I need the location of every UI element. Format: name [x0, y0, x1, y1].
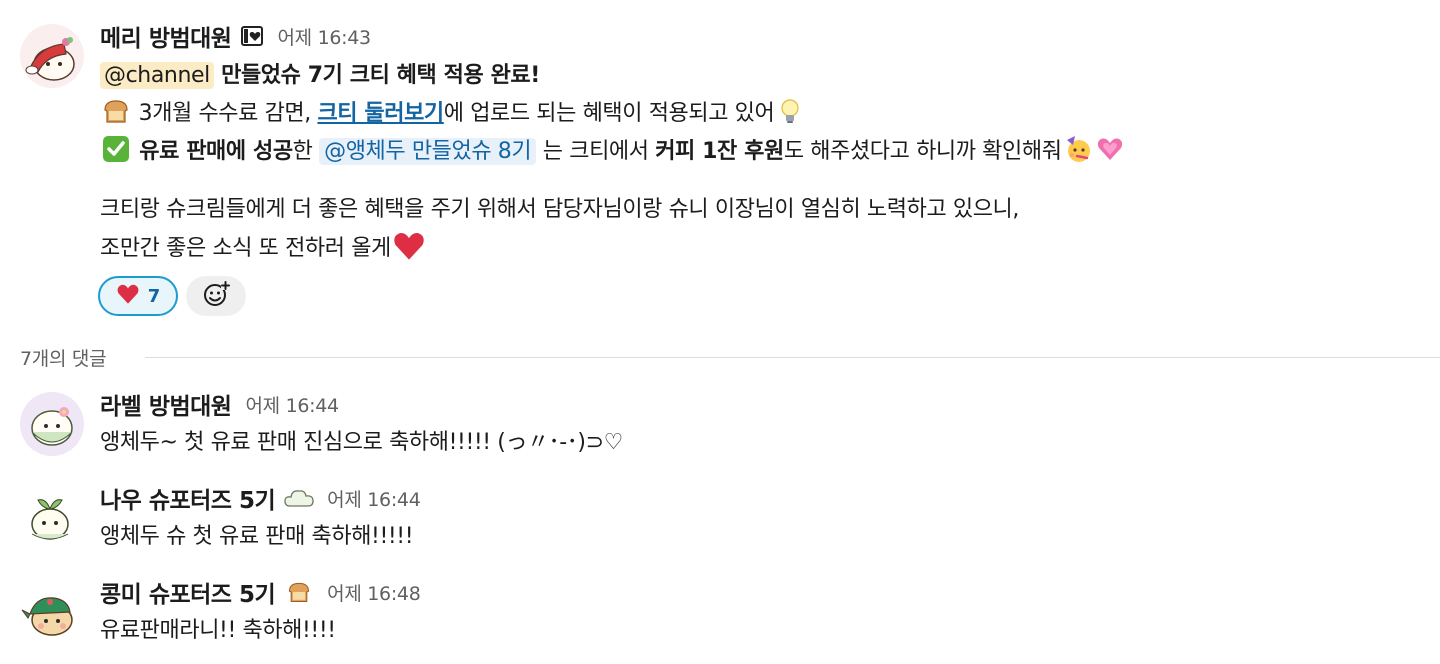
light-bulb-icon: [775, 96, 805, 126]
reaction-count: 7: [147, 285, 161, 307]
black-heart-card-icon: [239, 24, 265, 48]
reaction-red-heart[interactable]: 7: [98, 276, 178, 316]
text-connector: 한: [292, 139, 320, 164]
avatar[interactable]: [20, 24, 84, 88]
partying-face-icon: [1063, 134, 1093, 164]
text-check-it: 도 해주셨다고 하니까 확인해줘: [783, 139, 1062, 164]
ctee-browse-link[interactable]: 크티 둘러보기: [317, 101, 444, 126]
flower-character-avatar: [20, 392, 84, 456]
avatar[interactable]: [20, 392, 84, 456]
message-line: 유료 판매에 성공한 @앵체두 만들었슈 8기 는 크티에서 커피 1잔 후원도…: [100, 133, 1430, 171]
message-closing-text: 조만간 좋은 소식 또 전하러 올게: [100, 236, 391, 261]
santa-hat-character-avatar: [20, 24, 84, 88]
timestamp[interactable]: 어제 16:44: [327, 485, 421, 512]
add-reaction-button[interactable]: [186, 276, 246, 316]
add-reaction-icon: [202, 280, 230, 313]
cap-character-avatar: [20, 580, 84, 644]
message-paragraph-line: 크티랑 슈크림들에게 더 좋은 혜택을 주기 위해서 담당자님이랑 슈니 이장님…: [100, 197, 1019, 222]
message-paragraph-line: 조만간 좋은 소식 또 전하러 올게: [100, 229, 1430, 267]
text-fee-reduction: 3개월 수수료 감면,: [132, 101, 318, 126]
bread-icon: [283, 580, 315, 604]
reply-text: 앵체두~ 첫 유료 판매 진심으로 축하해!!!!! (っ〃･-･)⊃♡: [100, 430, 623, 455]
paid-sale-success: 유료 판매에 성공: [132, 139, 293, 164]
reply-text: 유료판매라니!! 축하해!!!!: [100, 618, 336, 643]
red-heart-icon: [116, 282, 140, 311]
sparkling-heart-icon: [1095, 134, 1125, 164]
message-line: 3개월 수수료 감면, 크티 둘러보기에 업로드 되는 혜택이 적용되고 있어: [100, 95, 1430, 133]
reply-count-label: 7개의 댓글: [20, 344, 119, 371]
red-heart-icon: [392, 229, 426, 263]
message-line: @channel 만들었슈 7기 크티 혜택 적용 완료!: [100, 57, 1430, 95]
bread-icon: [101, 96, 131, 126]
author-name[interactable]: 나우 슈포터즈 5기: [100, 481, 276, 515]
author-name[interactable]: 메리 방범대원: [100, 19, 232, 53]
avatar[interactable]: [20, 486, 84, 550]
sprout-character-avatar: [20, 486, 84, 550]
announcement-title: 만들었슈 7기 크티 혜택 적용 완료!: [213, 63, 540, 88]
check-mark-icon: [101, 134, 131, 164]
cloud-icon: [283, 486, 315, 510]
author-name[interactable]: 라벨 방범대원: [100, 387, 232, 421]
author-name[interactable]: 콩미 슈포터즈 5기: [100, 575, 276, 609]
text-from-ctee: 는 크티에서: [536, 139, 656, 164]
reaction-bar: 7: [98, 276, 246, 316]
timestamp[interactable]: 어제 16:48: [327, 579, 421, 606]
text-benefit-applied: 에 업로드 되는 혜택이 적용되고 있어: [443, 101, 775, 126]
timestamp[interactable]: 어제 16:44: [245, 391, 339, 418]
avatar[interactable]: [20, 580, 84, 644]
reply-count-divider: 7개의 댓글: [0, 342, 1440, 372]
user-mention[interactable]: @앵체두 만들었슈 8기: [319, 138, 537, 165]
timestamp[interactable]: 어제 16:43: [277, 23, 371, 50]
coffee-support: 커피 1잔 후원: [655, 139, 784, 164]
channel-mention[interactable]: @channel: [100, 62, 214, 89]
reply-text: 앵체두 슈 첫 유료 판매 축하해!!!!!: [100, 524, 414, 549]
divider-rule: [145, 357, 1440, 358]
